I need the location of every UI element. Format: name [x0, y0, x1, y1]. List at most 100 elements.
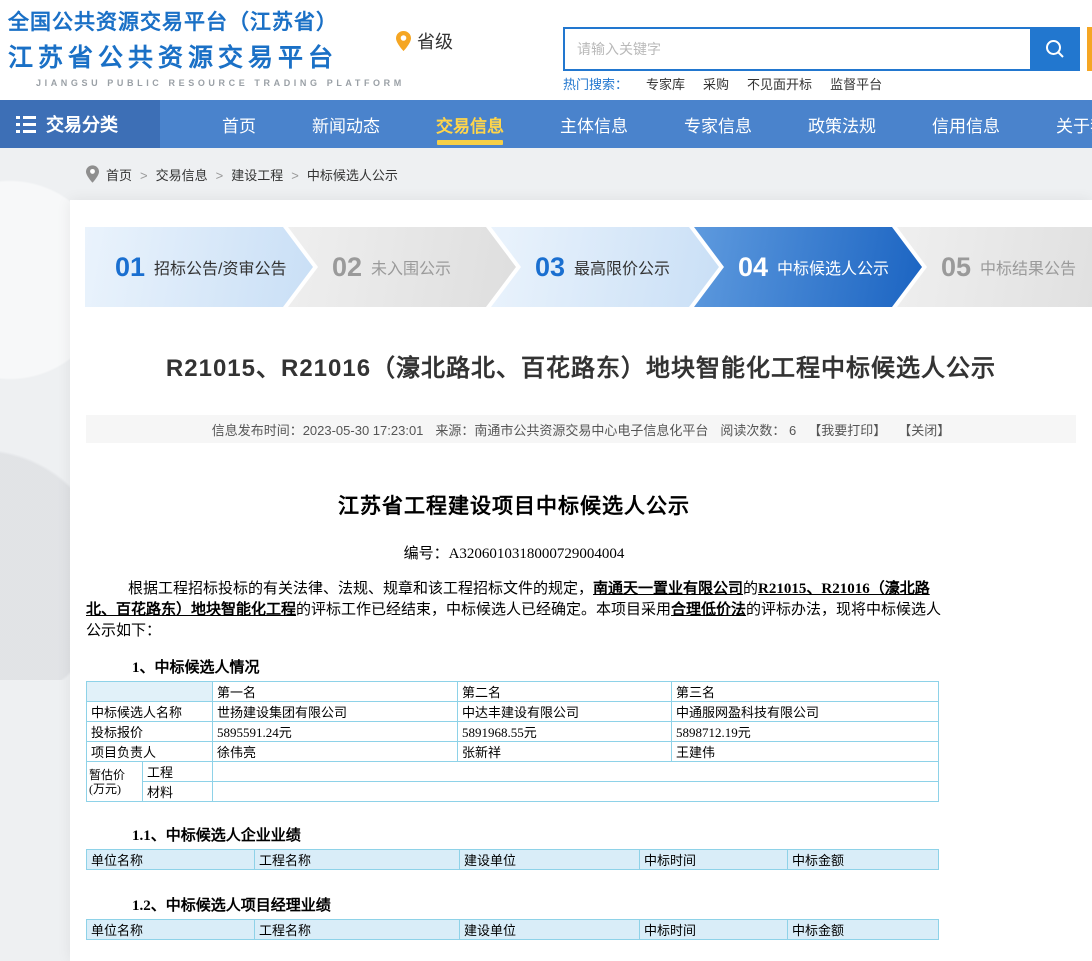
row-value: 5895591.24元: [213, 722, 458, 742]
hot-search-label: 热门搜索：: [563, 74, 628, 93]
document-paragraph: 根据工程招标投标的有关法律、法规、规章和该工程招标文件的规定，南通天一置业有限公…: [86, 579, 942, 642]
nav-item-专家信息[interactable]: 专家信息: [684, 100, 752, 148]
table-row: 中标候选人名称世扬建设集团有限公司中达丰建设有限公司中通服网盈科技有限公司: [87, 702, 939, 722]
row-value: 张新祥: [458, 742, 672, 762]
document-code: 编号：A3206010318000729004004: [86, 542, 942, 563]
platform-level: 省级: [396, 28, 453, 54]
view-count: 阅读次数： 6: [720, 420, 796, 439]
process-step-02[interactable]: 02 未入围公示: [288, 227, 516, 307]
breadcrumb-separator: >: [216, 168, 224, 183]
row-label: 投标报价: [87, 722, 213, 742]
hot-search-item[interactable]: 不见面开标: [747, 77, 812, 92]
section1-2-heading: 1.2、中标候选人项目经理业绩: [132, 894, 942, 915]
document-body: 江苏省工程建设项目中标候选人公示 编号：A3206010318000729004…: [86, 478, 942, 961]
corner-cell: [87, 682, 213, 702]
hot-search-item[interactable]: 监督平台: [830, 77, 882, 92]
hot-search-item[interactable]: 专家库: [646, 77, 685, 92]
nav-item-交易信息[interactable]: 交易信息: [436, 100, 504, 148]
candidates-table: 第一名第二名第三名中标候选人名称世扬建设集团有限公司中达丰建设有限公司中通服网盈…: [86, 681, 939, 802]
site-logo: 全国公共资源交易平台（江苏省） 江苏省公共资源交易平台 JIANGSU PUBL…: [8, 6, 405, 88]
row-label: 项目负责人: [87, 742, 213, 762]
breadcrumb-item[interactable]: 中标候选人公示: [307, 168, 398, 183]
row-value: 世扬建设集团有限公司: [213, 702, 458, 722]
level-label: 省级: [417, 28, 453, 54]
paragraph-text: 根据工程招标投标的有关法律、法规、规章和该工程招标文件的规定，: [128, 581, 593, 597]
hot-search-item[interactable]: 采购: [703, 77, 729, 92]
process-step-04[interactable]: 04中标候选人公示: [694, 227, 922, 307]
search-input[interactable]: [563, 27, 1030, 71]
hot-search-items: 专家库 采购 不见面开标 监督平台: [628, 74, 882, 93]
table-row: 项目负责人徐伟亮张新祥王建伟: [87, 742, 939, 762]
row-value: 5891968.55元: [458, 722, 672, 742]
nav-item-信用信息[interactable]: 信用信息: [932, 100, 1000, 148]
step-label: 未入围公示: [371, 255, 451, 279]
nav-item-关于我们[interactable]: 关于我们: [1056, 100, 1092, 148]
column-header: 中标金额: [788, 920, 939, 940]
process-steps: 01招标公告/资审公告 02 未入围公示 03 最高限价公示 04中标候选人公示 05 中标结…: [85, 227, 1092, 307]
column-header: 单位名称: [87, 920, 255, 940]
manager-performance-table: 单位名称工程名称建设单位中标时间中标金额: [86, 919, 939, 940]
estimate-label: 暂估价(万元): [87, 762, 143, 802]
rank-header: 第三名: [672, 682, 939, 702]
process-step-01[interactable]: 01招标公告/资审公告: [85, 227, 313, 307]
estimate-value: [213, 782, 939, 802]
column-header: 工程名称: [255, 920, 460, 940]
search-button[interactable]: [1030, 27, 1080, 71]
step-label: 招标公告/资审公告: [154, 255, 286, 279]
process-step-03[interactable]: 03 最高限价公示: [491, 227, 719, 307]
row-value: 中通服网盈科技有限公司: [672, 702, 939, 722]
estimate-value: [213, 762, 939, 782]
nav-items: 首页 新闻动态 交易信息 主体信息 专家信息 政策法规 信用信息 关于我们: [160, 100, 1092, 148]
logo-line2: 江苏省公共资源交易平台: [8, 38, 405, 74]
breadcrumb-separator: >: [291, 168, 299, 183]
print-button[interactable]: 【我要打印】: [808, 420, 886, 439]
breadcrumb-item[interactable]: 交易信息: [156, 168, 208, 183]
trade-category-button[interactable]: 交易分类: [0, 100, 160, 148]
step-label: 最高限价公示: [574, 255, 670, 279]
main-nav: 交易分类 首页 新闻动态 交易信息 主体信息 专家信息 政策法规 信用信息 关于我们: [0, 100, 1092, 148]
table-row: 暂估价(万元)工程: [87, 762, 939, 782]
paragraph-text: 的评标工作已经结束，中标候选人已经确定。本项目采用: [296, 602, 671, 618]
step-label: 中标结果公告: [980, 255, 1076, 279]
trade-category-label: 交易分类: [46, 111, 118, 137]
nav-item-首页[interactable]: 首页: [222, 100, 256, 148]
article-meta-bar: 信息发布时间：2023-05-30 17:23:01 来源：南通市公共资源交易中…: [86, 415, 1076, 443]
breadcrumb-item[interactable]: 建设工程: [231, 168, 283, 183]
document-heading: 江苏省工程建设项目中标候选人公示: [86, 490, 942, 520]
header-side-accent: [1087, 27, 1092, 71]
breadcrumb-items: 首页>交易信息>建设工程>中标候选人公示: [106, 165, 398, 184]
source: 来源：南通市公共资源交易中心电子信息化平台: [435, 420, 708, 439]
table-row: 第一名第二名第三名: [87, 682, 939, 702]
nav-item-主体信息[interactable]: 主体信息: [560, 100, 628, 148]
table-row: 投标报价5895591.24元5891968.55元5898712.19元: [87, 722, 939, 742]
enterprise-performance-table: 单位名称工程名称建设单位中标时间中标金额: [86, 849, 939, 870]
step-number: 02: [332, 252, 362, 283]
search-bar: [563, 27, 1080, 71]
nav-item-新闻动态[interactable]: 新闻动态: [312, 100, 380, 148]
rank-header: 第一名: [213, 682, 458, 702]
step-number: 03: [535, 252, 565, 283]
section1-1-heading: 1.1、中标候选人企业业绩: [132, 824, 942, 845]
section1-heading: 1、中标候选人情况: [132, 656, 942, 677]
search-icon: [1044, 38, 1066, 60]
logo-tagline: JIANGSU PUBLIC RESOURCE TRADING PLATFORM: [36, 78, 405, 88]
column-header: 建设单位: [460, 850, 640, 870]
estimate-sub-label: 工程: [143, 762, 213, 782]
table-row: 材料: [87, 782, 939, 802]
site-header: 全国公共资源交易平台（江苏省） 江苏省公共资源交易平台 JIANGSU PUBL…: [0, 0, 1092, 100]
list-icon: [16, 114, 36, 135]
close-button[interactable]: 【关闭】: [898, 420, 950, 439]
table-header-row: 单位名称工程名称建设单位中标时间中标金额: [87, 920, 939, 940]
step-number: 05: [941, 252, 971, 283]
breadcrumb-pin-icon: [86, 165, 99, 183]
breadcrumb-item[interactable]: 首页: [106, 168, 132, 183]
row-label: 中标候选人名称: [87, 702, 213, 722]
nav-item-政策法规[interactable]: 政策法规: [808, 100, 876, 148]
paragraph-emphasis: 合理低价法: [671, 602, 746, 618]
step-label: 中标候选人公示: [777, 255, 889, 279]
column-header: 中标时间: [640, 920, 788, 940]
content-card: 01招标公告/资审公告 02 未入围公示 03 最高限价公示 04中标候选人公示 05 中标结…: [70, 200, 1092, 961]
row-value: 中达丰建设有限公司: [458, 702, 672, 722]
column-header: 单位名称: [87, 850, 255, 870]
process-step-05[interactable]: 05 中标结果公告: [897, 227, 1092, 307]
